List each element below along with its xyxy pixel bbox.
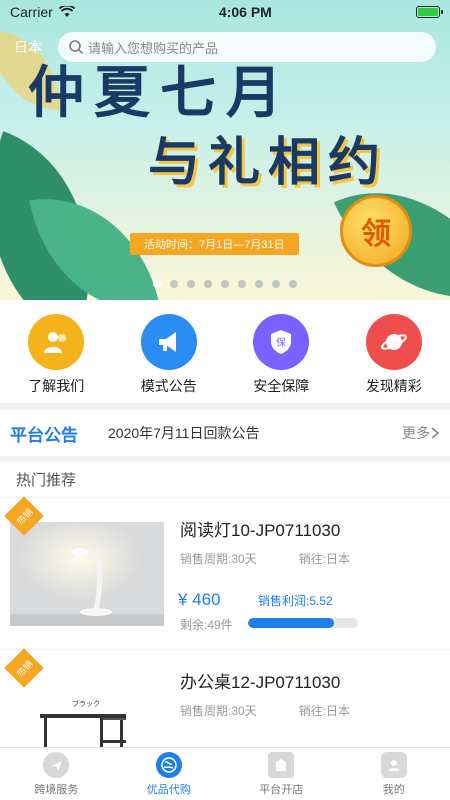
country-selector[interactable]: 日本	[14, 37, 50, 57]
tab-premium-purchase[interactable]: 优品代购	[113, 751, 225, 797]
nav-discover[interactable]: 发现精彩	[338, 313, 450, 396]
carousel-dot[interactable]	[272, 280, 280, 288]
section-title: 热门推荐	[0, 462, 450, 498]
tab-mine[interactable]: 我的	[338, 751, 450, 797]
platform-notice[interactable]: 平台公告 2020年7月11日回款公告 更多	[0, 410, 450, 456]
sales-profit: 销售利润:5.52	[258, 594, 333, 608]
quick-nav: 了解我们 模式公告 保 安全保障 发现精彩	[0, 300, 450, 403]
search-input[interactable]: 请输入您想购买的产品	[58, 32, 436, 62]
stock-progress-bar	[248, 618, 358, 628]
clock: 4:06 PM	[218, 4, 272, 20]
product-name: 阅读灯10-JP0711030	[180, 521, 341, 540]
status-bar: Carrier 4:06 PM	[0, 0, 450, 24]
sold-to: 销往:日本	[298, 704, 351, 718]
product-card[interactable]: 热销 阅读灯10-JP0711030 销售周期:30天 销往:日本 ¥ 460 …	[0, 496, 450, 650]
tab-bar: 跨境服务 优品代购 平台开店 我的	[0, 747, 450, 800]
carousel-dot[interactable]	[204, 280, 212, 288]
carousel-dot[interactable]	[153, 280, 161, 288]
tab-label: 优品代购	[146, 783, 191, 796]
carousel-dot[interactable]	[221, 280, 229, 288]
product-price: ¥ 460	[178, 590, 221, 609]
more-link[interactable]: 更多	[402, 423, 440, 443]
nav-label: 安全保障	[253, 377, 310, 394]
stock-remaining: 剩余:49件	[180, 618, 233, 632]
nav-model-notice[interactable]: 模式公告	[113, 313, 225, 396]
carousel-dot[interactable]	[187, 280, 195, 288]
shop-icon	[268, 751, 295, 778]
product-name: 办公桌12-JP0711030	[180, 673, 341, 692]
product-card[interactable]: ブラック 热销 办公桌12-JP0711030 销售周期:30天 销往:日本	[0, 648, 450, 747]
tab-open-store[interactable]: 平台开店	[225, 751, 337, 797]
nav-label: 模式公告	[140, 377, 197, 394]
tab-cross-border[interactable]: 跨境服务	[0, 751, 112, 797]
user-icon	[380, 751, 407, 778]
tab-label: 平台开店	[259, 783, 304, 796]
shield-icon: 保	[253, 313, 310, 370]
coin-icon: 领	[340, 195, 412, 267]
search-area: 日本 请输入您想购买的产品	[14, 32, 436, 62]
svg-text:保: 保	[276, 336, 286, 349]
carrier-label: Carrier	[10, 4, 53, 20]
banner-title-line2: 与礼相约	[148, 132, 389, 193]
tab-label: 我的	[382, 783, 405, 796]
carousel-dot[interactable]	[238, 280, 246, 288]
megaphone-icon	[140, 313, 197, 370]
carousel-dots[interactable]	[0, 280, 450, 288]
search-icon	[69, 40, 84, 55]
battery-icon	[415, 6, 443, 18]
lamp-image	[10, 522, 164, 626]
nav-security[interactable]: 保 安全保障	[225, 313, 337, 396]
notice-tag: 平台公告	[10, 425, 78, 445]
people-icon	[28, 313, 85, 370]
sales-period: 销售周期:30天	[180, 552, 257, 566]
carousel-dot[interactable]	[255, 280, 263, 288]
desk-caption: ブラック	[72, 699, 100, 708]
nav-label: 了解我们	[28, 377, 85, 394]
sales-period: 销售周期:30天	[180, 704, 257, 718]
desk-image: ブラック	[10, 674, 164, 747]
sold-to: 销往:日本	[298, 552, 351, 566]
hot-recommendations: 热门推荐 热销 阅读灯10-JP0711030 销售周期:30天 销往:日本 ¥…	[0, 462, 450, 747]
earth-icon	[155, 751, 182, 778]
search-placeholder: 请输入您想购买的产品	[88, 40, 219, 56]
more-label: 更多	[402, 425, 430, 441]
notice-message[interactable]: 2020年7月11日回款公告	[108, 423, 402, 443]
nav-label: 发现精彩	[365, 377, 422, 394]
tab-label: 跨境服务	[34, 783, 79, 796]
globe-plane-icon	[43, 751, 70, 778]
nav-about-us[interactable]: 了解我们	[0, 313, 112, 396]
chevron-right-icon	[431, 427, 440, 439]
wifi-icon	[58, 6, 75, 17]
planet-icon	[365, 313, 422, 370]
product-meta: 销售周期:30天 销往:日本	[180, 550, 350, 567]
product-meta: 销售周期:30天 销往:日本	[180, 702, 350, 719]
activity-time: 活动时间：7月1日—7月31日	[130, 233, 299, 255]
carousel-dot[interactable]	[170, 280, 178, 288]
carousel-dot[interactable]	[289, 280, 297, 288]
